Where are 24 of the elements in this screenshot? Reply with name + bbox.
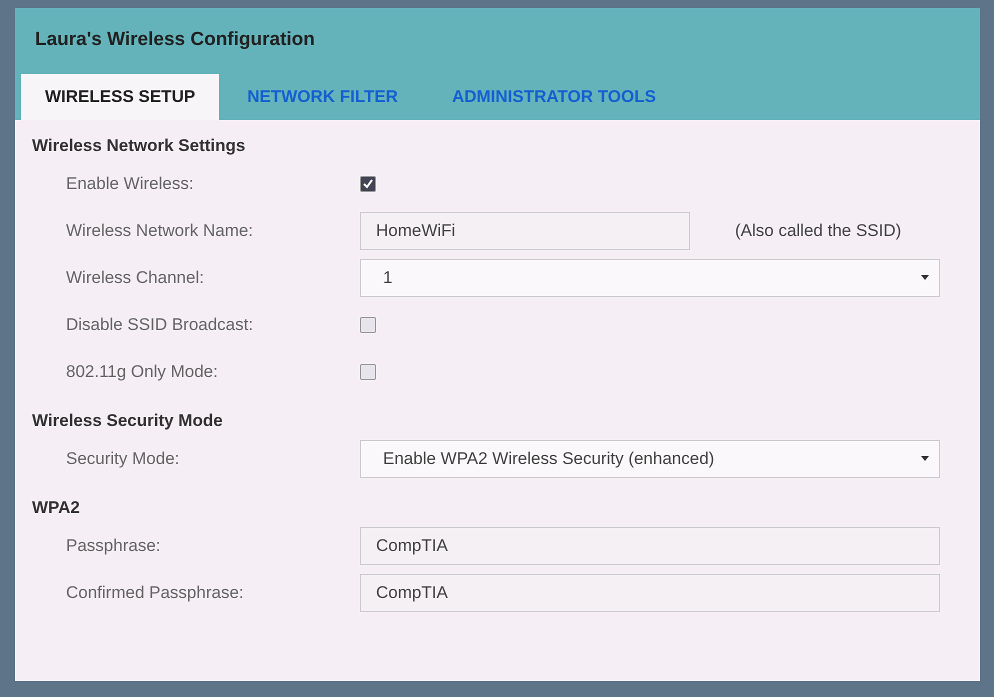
checkbox[interactable] — [360, 364, 376, 380]
input-field[interactable]: HomeWiFi — [360, 212, 690, 250]
section-heading: WPA2 — [31, 497, 81, 519]
field-label: 802.11g Only Mode: — [66, 362, 219, 382]
field-label: Disable SSID Broadcast: — [66, 314, 254, 334]
field-label: Wireless Channel: — [66, 268, 205, 288]
hint-text: (Also called the SSID) — [735, 220, 902, 240]
input-field[interactable]: CompTIA — [360, 526, 940, 564]
field-label: Wireless Network Name: — [66, 220, 254, 240]
dropdown[interactable]: Enable WPA2 Wireless Security (enhanced) — [360, 440, 940, 478]
dropdown[interactable]: 1 — [360, 258, 940, 296]
tab[interactable]: WIRELESS SETUP — [21, 74, 220, 120]
field-label: Security Mode: — [66, 448, 180, 468]
checkbox[interactable] — [360, 316, 376, 332]
section-heading: Wireless Security Mode — [31, 410, 224, 432]
input-field[interactable]: CompTIA — [360, 574, 940, 612]
checkbox[interactable] — [360, 176, 376, 192]
field-label: Enable Wireless: — [66, 174, 195, 194]
section-heading: Wireless Network Settings — [31, 135, 246, 157]
field-label: Confirmed Passphrase: — [66, 582, 245, 602]
caret-icon — [921, 275, 929, 280]
field-label: Passphrase: — [66, 536, 162, 556]
caret-icon — [921, 456, 929, 461]
window-title: Laura's Wireless Configuration — [34, 28, 316, 51]
